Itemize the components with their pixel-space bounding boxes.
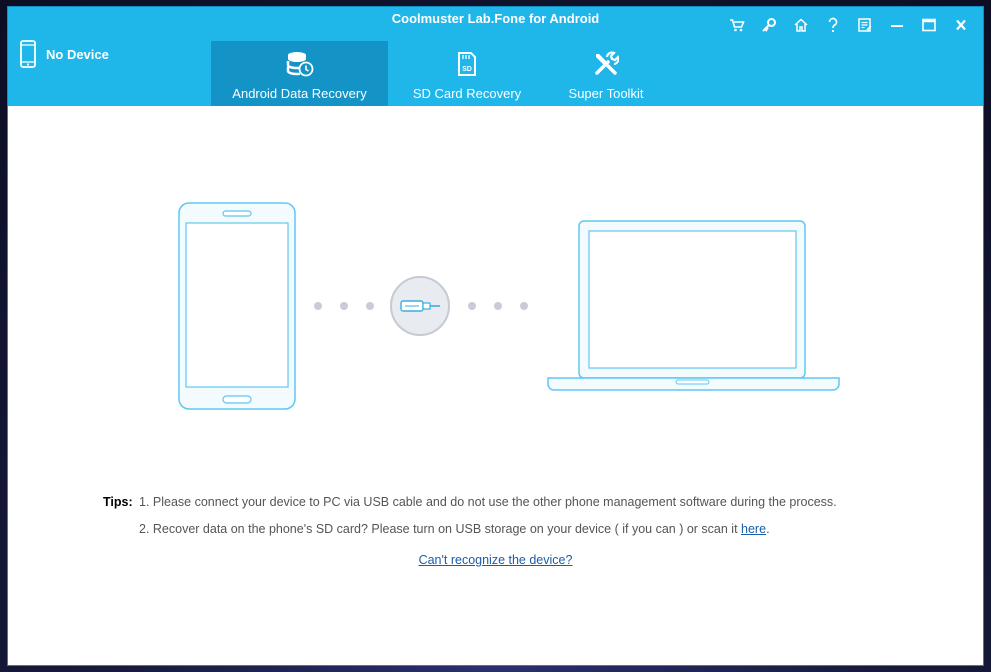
scan-here-link[interactable]: here — [741, 522, 766, 536]
minimize-button[interactable] — [881, 13, 913, 37]
laptop-illustration — [547, 220, 840, 391]
close-button[interactable] — [945, 13, 977, 37]
feedback-icon — [858, 18, 872, 32]
tab-android-data-recovery[interactable]: Android Data Recovery — [211, 41, 388, 106]
tip-line-2-text: 2. Recover data on the phone's SD card? … — [139, 522, 742, 536]
main-tabs: Android Data Recovery SD SD Card Recover… — [211, 41, 666, 106]
tip-line-2: 2. Recover data on the phone's SD card? … — [139, 516, 770, 543]
tab-label: Super Toolkit — [568, 86, 644, 101]
tab-label: SD Card Recovery — [412, 86, 522, 101]
help-icon — [828, 17, 838, 33]
tab-label: Android Data Recovery — [232, 86, 367, 101]
cart-button[interactable] — [721, 13, 753, 37]
window-controls — [721, 13, 977, 37]
minimize-icon — [891, 25, 903, 27]
device-status-label: No Device — [46, 46, 109, 62]
register-button[interactable] — [753, 13, 785, 37]
key-icon — [762, 18, 776, 32]
content-panel: Tips: 1. Please connect your device to P… — [8, 106, 983, 665]
database-recovery-icon — [286, 52, 313, 77]
home-button[interactable] — [785, 13, 817, 37]
left-connection-dots — [314, 302, 374, 310]
help-button[interactable] — [817, 13, 849, 37]
tools-icon — [595, 51, 619, 75]
usb-cable-icon — [390, 276, 450, 336]
maximize-button[interactable] — [913, 13, 945, 37]
tip-line-1: 1. Please connect your device to PC via … — [139, 495, 837, 509]
svg-text:SD: SD — [462, 66, 472, 73]
tip-line-2-end: . — [766, 522, 770, 536]
maximize-icon — [922, 18, 936, 32]
home-icon — [794, 18, 808, 32]
tips-label: Tips: — [103, 495, 133, 509]
tab-super-toolkit[interactable]: Super Toolkit — [546, 41, 666, 106]
tips-section: Tips: 1. Please connect your device to P… — [103, 489, 837, 543]
phone-illustration — [178, 202, 296, 410]
phone-icon — [20, 40, 36, 68]
sd-card-icon: SD — [458, 52, 476, 76]
cant-recognize-device-link[interactable]: Can't recognize the device? — [419, 553, 573, 567]
tab-sd-card-recovery[interactable]: SD SD Card Recovery — [388, 41, 546, 106]
close-icon — [956, 19, 966, 31]
feedback-button[interactable] — [849, 13, 881, 37]
device-status: No Device — [20, 40, 109, 68]
right-connection-dots — [468, 302, 528, 310]
app-window: Coolmuster Lab.Fone for Android No Devic… — [7, 6, 984, 666]
recognize-section: Can't recognize the device? — [8, 553, 983, 567]
connection-illustration — [178, 202, 840, 410]
cart-icon — [730, 19, 745, 32]
